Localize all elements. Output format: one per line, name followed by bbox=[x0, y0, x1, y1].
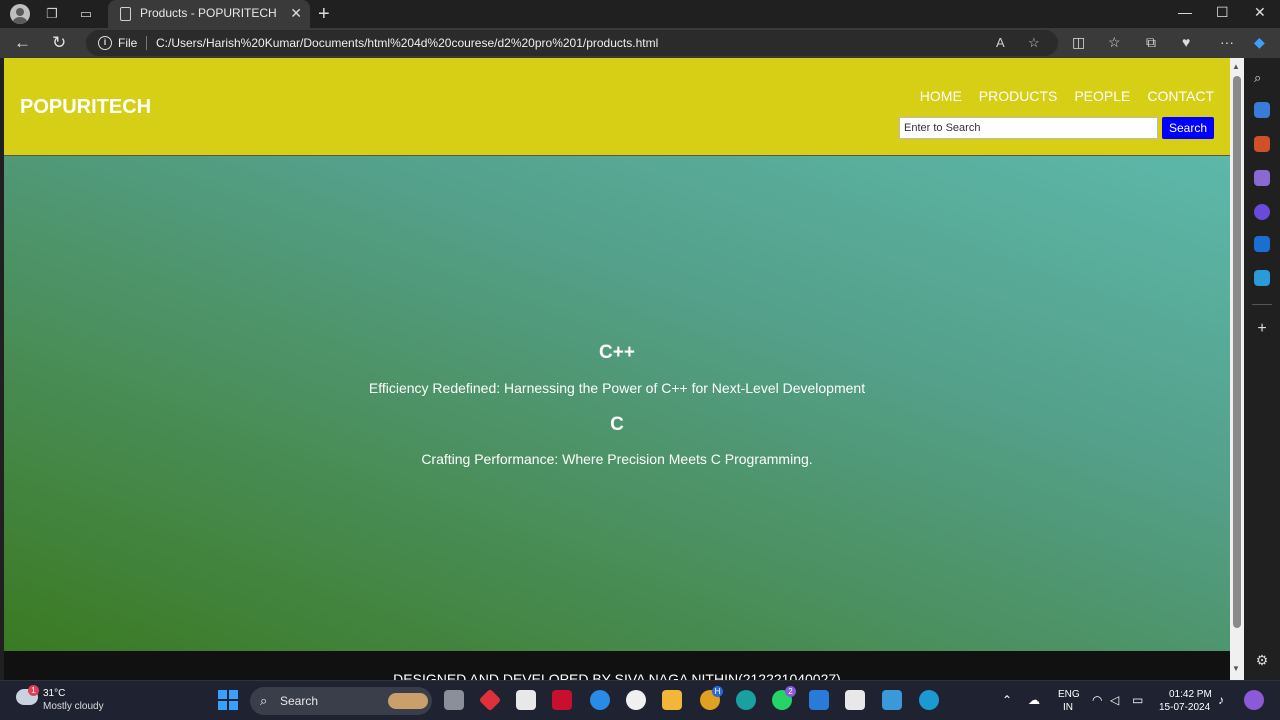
weather-condition[interactable]: Mostly cloudy bbox=[43, 701, 104, 712]
address-url[interactable]: C:/Users/Harish%20Kumar/Documents/html%2… bbox=[156, 36, 658, 50]
site-header: POPURITECH HOME PRODUCTS PEOPLE CONTACT … bbox=[4, 58, 1230, 156]
chrome-profile-badge: H bbox=[712, 686, 723, 697]
favorites-icon[interactable]: ☆ bbox=[1108, 34, 1121, 51]
microsoft-store-icon[interactable] bbox=[516, 690, 536, 710]
scrollbar-thumb[interactable] bbox=[1233, 76, 1241, 628]
tab-actions-icon[interactable]: ▭ bbox=[78, 6, 94, 22]
page-scrollbar[interactable]: ▲ ▼ bbox=[1230, 58, 1244, 680]
get-help-icon[interactable] bbox=[590, 690, 610, 710]
sidebar-outlook-icon[interactable] bbox=[1254, 236, 1270, 252]
edge-sidebar: ⌕ + ⚙ bbox=[1244, 58, 1280, 680]
sidebar-tools-icon[interactable] bbox=[1254, 136, 1270, 152]
nav-home[interactable]: HOME bbox=[920, 88, 962, 104]
clock-date[interactable]: 15-07-2024 bbox=[1159, 702, 1210, 713]
file-explorer-icon[interactable] bbox=[662, 690, 682, 710]
page-viewport: POPURITECH HOME PRODUCTS PEOPLE CONTACT … bbox=[4, 58, 1230, 680]
collections-icon[interactable]: ⧉ bbox=[1146, 34, 1156, 51]
notification-bell-icon[interactable]: ♪ bbox=[1218, 693, 1224, 707]
scroll-down-icon[interactable]: ▼ bbox=[1232, 664, 1240, 673]
anydesk-icon[interactable] bbox=[478, 688, 502, 712]
main-nav: HOME PRODUCTS PEOPLE CONTACT bbox=[920, 88, 1214, 104]
mcafee-icon[interactable] bbox=[552, 690, 572, 710]
sidebar-add-icon[interactable]: + bbox=[1254, 320, 1270, 337]
edge-dev-icon[interactable] bbox=[736, 690, 756, 710]
windows-start-icon[interactable] bbox=[218, 690, 238, 710]
search-button[interactable]: Search bbox=[1162, 117, 1214, 139]
weather-temperature[interactable]: 31°C bbox=[43, 688, 65, 699]
back-icon[interactable]: ← bbox=[14, 33, 31, 53]
scroll-up-icon[interactable]: ▲ bbox=[1232, 62, 1240, 71]
page-icon bbox=[120, 7, 131, 21]
taskbar-search-label: Search bbox=[280, 694, 319, 708]
snipping-tool-icon[interactable] bbox=[845, 690, 865, 710]
refresh-icon[interactable]: ↻ bbox=[52, 33, 66, 53]
favorite-star-icon[interactable]: ☆ bbox=[1028, 35, 1040, 51]
sidebar-copilot-icon[interactable] bbox=[1254, 204, 1270, 220]
sidebar-games-icon[interactable] bbox=[1254, 170, 1270, 186]
more-menu-icon[interactable]: ··· bbox=[1220, 34, 1234, 50]
wifi-icon[interactable]: ◠ bbox=[1092, 693, 1102, 707]
browser-toolbar: ← ↻ i File C:/Users/Harish%20Kumar/Docum… bbox=[0, 28, 1280, 58]
search-icon: ⌕ bbox=[260, 693, 268, 708]
language-indicator[interactable]: ENG bbox=[1058, 689, 1080, 700]
sidebar-settings-icon[interactable]: ⚙ bbox=[1254, 652, 1270, 668]
browser-tab-strip: ❐ ▭ Products - POPURITECH ✕ + — ☐ ✕ bbox=[0, 0, 1280, 28]
whatsapp-badge: 2 bbox=[785, 686, 796, 697]
taskbar-search[interactable]: ⌕ Search bbox=[250, 687, 432, 715]
weather-badge: 1 bbox=[28, 685, 39, 696]
browser-tab-products[interactable]: Products - POPURITECH ✕ bbox=[108, 0, 310, 28]
windows-taskbar: 1 31°C Mostly cloudy ⌕ Search H 2 ⌃ ☁ EN… bbox=[0, 680, 1280, 720]
product-title-c: C bbox=[610, 414, 624, 435]
tray-overflow-icon[interactable]: ⌃ bbox=[1002, 693, 1012, 707]
region-indicator[interactable]: IN bbox=[1063, 702, 1073, 713]
minimize-icon[interactable]: — bbox=[1178, 4, 1192, 20]
maximize-icon[interactable]: ☐ bbox=[1216, 4, 1229, 21]
product-description-c: Crafting Performance: Where Precision Me… bbox=[421, 451, 813, 467]
split-screen-icon[interactable]: ◫ bbox=[1072, 34, 1085, 51]
nav-contact[interactable]: CONTACT bbox=[1147, 88, 1214, 104]
browser-essentials-icon[interactable]: ♥ bbox=[1182, 34, 1190, 50]
nav-people[interactable]: PEOPLE bbox=[1074, 88, 1130, 104]
sidebar-divider bbox=[1252, 304, 1272, 305]
products-section: C++ Efficiency Redefined: Harnessing the… bbox=[4, 156, 1230, 651]
search-input[interactable] bbox=[899, 117, 1158, 139]
search-highlight-image bbox=[388, 693, 428, 709]
profile-icon[interactable] bbox=[10, 4, 30, 24]
read-aloud-icon[interactable]: A bbox=[996, 35, 1005, 50]
clock-time[interactable]: 01:42 PM bbox=[1169, 689, 1212, 700]
address-bar[interactable]: i File C:/Users/Harish%20Kumar/Documents… bbox=[86, 30, 1058, 56]
volume-icon[interactable]: ◁ bbox=[1110, 693, 1119, 707]
nav-products[interactable]: PRODUCTS bbox=[979, 88, 1058, 104]
edge-icon[interactable] bbox=[919, 690, 939, 710]
close-tab-icon[interactable]: ✕ bbox=[290, 5, 302, 22]
copilot-taskbar-icon[interactable] bbox=[1244, 690, 1264, 710]
onedrive-icon[interactable]: ☁ bbox=[1028, 693, 1040, 707]
vscode-icon[interactable] bbox=[809, 690, 829, 710]
product-description-cpp: Efficiency Redefined: Harnessing the Pow… bbox=[368, 380, 866, 396]
workspaces-icon[interactable]: ❐ bbox=[44, 6, 60, 22]
battery-icon[interactable]: ▭ bbox=[1132, 693, 1143, 707]
address-prefix: File bbox=[118, 36, 138, 50]
address-separator bbox=[146, 36, 147, 50]
sidebar-shopping-icon[interactable] bbox=[1254, 102, 1270, 118]
close-window-icon[interactable]: ✕ bbox=[1254, 4, 1266, 21]
copilot-icon[interactable]: ◆ bbox=[1254, 34, 1265, 51]
photos-icon[interactable] bbox=[882, 690, 902, 710]
cisco-webex-icon[interactable] bbox=[626, 690, 646, 710]
footer-credit: DESIGNED AND DEVELOPED BY SIVA NAGA NITH… bbox=[393, 671, 841, 680]
info-icon[interactable]: i bbox=[98, 36, 112, 50]
task-view-icon[interactable] bbox=[444, 690, 464, 710]
site-logo[interactable]: POPURITECH bbox=[20, 96, 151, 119]
sidebar-send-icon[interactable] bbox=[1254, 270, 1270, 286]
tab-title: Products - POPURITECH bbox=[140, 6, 277, 20]
site-footer: DESIGNED AND DEVELOPED BY SIVA NAGA NITH… bbox=[4, 651, 1230, 680]
product-title-cpp: C++ bbox=[599, 342, 635, 363]
new-tab-icon[interactable]: + bbox=[318, 3, 330, 26]
sidebar-search-icon[interactable]: ⌕ bbox=[1254, 70, 1270, 86]
